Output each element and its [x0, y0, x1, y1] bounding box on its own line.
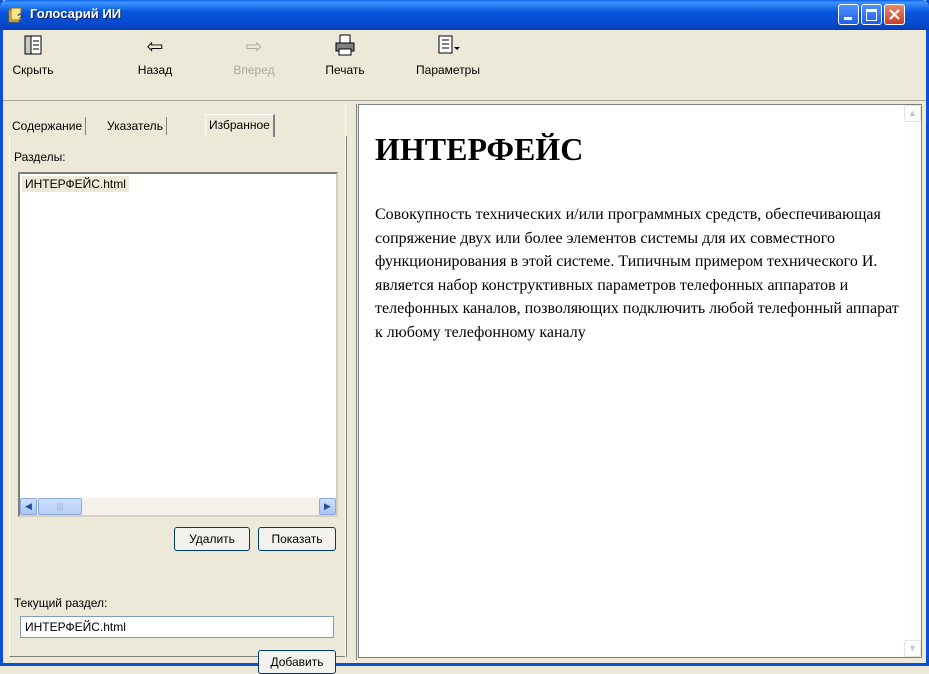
tab-index[interactable]: Указатель: [104, 117, 167, 135]
back-arrow-icon: ⇦: [146, 36, 164, 58]
forward-arrow-icon: ⇨: [245, 36, 263, 58]
topic-heading: ИНТЕРФЕЙС: [375, 131, 584, 167]
minimize-icon: [844, 17, 852, 20]
close-button[interactable]: [884, 4, 905, 25]
hide-button[interactable]: Скрыть: [9, 33, 57, 77]
current-section-label: Текущий раздел:: [14, 596, 108, 610]
title-bar[interactable]: ? Голосарий ИИ: [0, 0, 929, 30]
pane-splitter[interactable]: [345, 104, 357, 660]
back-button[interactable]: ⇦ Назад: [135, 33, 175, 77]
current-section-field[interactable]: ИНТЕРФЕЙС.html: [20, 616, 334, 638]
tab-favorites[interactable]: Избранное: [205, 114, 275, 137]
close-icon: [889, 9, 900, 20]
show-button[interactable]: Показать: [258, 527, 336, 551]
vertical-scrollbar[interactable]: ▲ ▼: [904, 105, 921, 657]
scroll-up-icon[interactable]: ▲: [904, 105, 921, 122]
print-button[interactable]: Печать: [323, 33, 367, 77]
options-menu-icon: [406, 33, 490, 61]
favorites-panel: Разделы: ИНТЕРФЕЙС.html ◀ ||| ▶ Удалить …: [9, 136, 347, 674]
horizontal-scrollbar[interactable]: ◀ ||| ▶: [20, 498, 336, 515]
list-item[interactable]: ИНТЕРФЕЙС.html: [22, 176, 129, 192]
forward-button[interactable]: ⇨ Вперед: [230, 33, 278, 77]
topic-view: ИНТЕРФЕЙС Совокупность технических и/или…: [358, 104, 922, 658]
maximize-icon: [866, 9, 877, 21]
toolbar: Скрыть ⇦ Назад ⇨ Вперед Печать Параметры: [3, 30, 926, 101]
scroll-down-icon[interactable]: ▼: [904, 640, 921, 657]
sections-label: Разделы:: [14, 150, 66, 164]
scroll-right-icon[interactable]: ▶: [319, 498, 336, 515]
svg-text:?: ?: [17, 12, 24, 23]
delete-button[interactable]: Удалить: [174, 527, 250, 551]
printer-icon: [323, 33, 367, 61]
tab-contents[interactable]: Содержание: [9, 117, 87, 135]
hide-pane-icon: [9, 33, 57, 61]
options-button[interactable]: Параметры: [406, 33, 490, 77]
help-book-icon: ?: [8, 7, 24, 23]
topic-text: Совокупность технических и/или программн…: [375, 206, 899, 341]
help-window: ? Голосарий ИИ Скрыть ⇦ Назад ⇨ Вперед П…: [0, 0, 929, 674]
maximize-button[interactable]: [861, 4, 882, 25]
window-title: Голосарий ИИ: [30, 6, 122, 21]
scroll-thumb[interactable]: |||: [38, 498, 82, 515]
minimize-button[interactable]: [838, 4, 859, 25]
navigation-pane: Содержание Указатель Избранное Разделы: …: [9, 104, 347, 674]
add-button[interactable]: Добавить: [258, 650, 336, 674]
favorites-list[interactable]: ИНТЕРФЕЙС.html ◀ ||| ▶: [18, 172, 338, 517]
scroll-left-icon[interactable]: ◀: [20, 498, 37, 515]
tab-strip: Содержание Указатель Избранное: [9, 114, 339, 137]
